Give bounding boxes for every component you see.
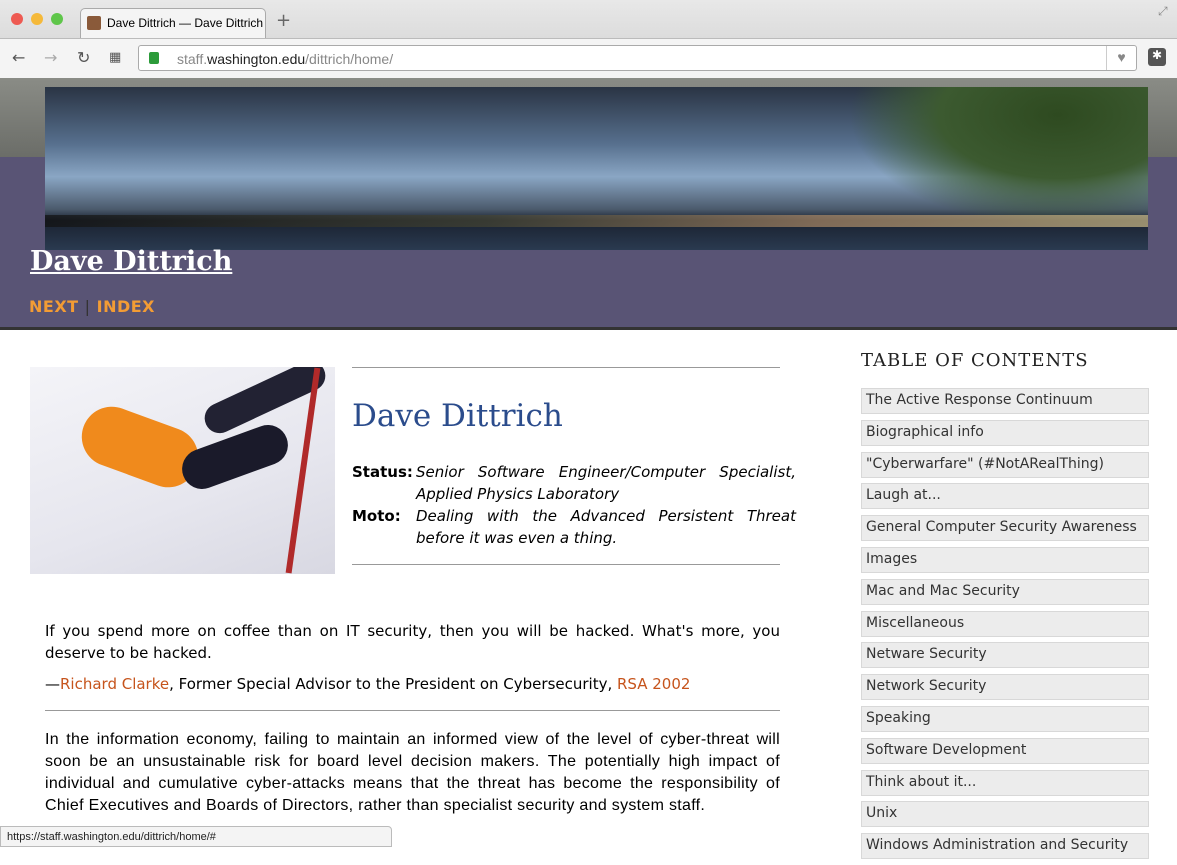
- quote-text: If you spend more on coffee than on IT s…: [45, 622, 780, 662]
- fullscreen-icon[interactable]: ⤢: [1158, 4, 1168, 19]
- toc-item[interactable]: Images: [861, 546, 1149, 573]
- next-link[interactable]: NEXT: [29, 297, 79, 316]
- minimize-window-button[interactable]: [31, 13, 43, 25]
- toc-heading: TABLE OF CONTENTS: [861, 350, 1089, 371]
- close-window-button[interactable]: [11, 13, 23, 25]
- toc-item[interactable]: Mac and Mac Security: [861, 578, 1149, 605]
- url-path: /dittrich/home/: [305, 51, 394, 67]
- browser-chrome: Dave Dittrich — Dave Dittrich + ⤢ ← → ↻ …: [0, 0, 1177, 78]
- heart-icon[interactable]: ♥: [1106, 46, 1136, 70]
- toc-item[interactable]: Speaking: [861, 705, 1149, 732]
- toc-item[interactable]: Network Security: [861, 674, 1149, 701]
- toc-item[interactable]: Think about it...: [861, 769, 1149, 796]
- author-link[interactable]: Richard Clarke: [60, 675, 169, 693]
- status-value: Senior Software Engineer/Computer Specia…: [416, 463, 796, 503]
- status-label: Status:: [352, 463, 413, 481]
- banner-image: [45, 87, 1148, 250]
- site-header: Dave Dittrich NEXT | INDEX: [0, 78, 1177, 330]
- site-title-link[interactable]: Dave Dittrich: [30, 246, 232, 277]
- toc-item[interactable]: General Computer Security Awareness: [861, 515, 1149, 542]
- url-domain: washington.edu: [207, 51, 306, 67]
- toc-item[interactable]: Miscellaneous: [861, 610, 1149, 637]
- moto-label: Moto:: [352, 507, 401, 525]
- header-nav: NEXT | INDEX: [29, 297, 155, 316]
- tab-title: Dave Dittrich — Dave Dittrich: [107, 16, 264, 30]
- source-link[interactable]: RSA 2002: [617, 675, 690, 693]
- favicon-icon: [87, 16, 101, 30]
- toc-item[interactable]: Software Development: [861, 737, 1149, 764]
- reload-button[interactable]: ↻: [77, 48, 90, 67]
- author-role: , Former Special Advisor to the Presiden…: [169, 675, 617, 693]
- status-bar-url: https://staff.washington.edu/dittrich/ho…: [0, 826, 392, 847]
- toc-item[interactable]: Windows Administration and Security: [861, 833, 1149, 860]
- intro-paragraph: In the information economy, failing to m…: [45, 731, 780, 814]
- extension-icon[interactable]: ✱: [1148, 48, 1166, 66]
- browser-tab[interactable]: Dave Dittrich — Dave Dittrich: [80, 8, 266, 38]
- apps-icon[interactable]: ▦: [109, 50, 121, 65]
- profile-name: Dave Dittrich: [352, 398, 563, 434]
- profile-photo: [30, 367, 335, 574]
- nav-separator: |: [84, 297, 91, 316]
- toc-item[interactable]: The Active Response Continuum: [861, 388, 1149, 414]
- forward-button[interactable]: →: [44, 48, 57, 67]
- toc-item[interactable]: Unix: [861, 801, 1149, 828]
- address-bar[interactable]: staff.washington.edu/dittrich/home/ ♥: [138, 45, 1137, 71]
- back-button[interactable]: ←: [12, 48, 25, 67]
- toc-item[interactable]: "Cyberwarfare" (#NotARealThing): [861, 451, 1149, 478]
- url-prefix: staff.: [177, 51, 208, 67]
- lock-icon: [149, 52, 159, 64]
- divider: [45, 710, 780, 711]
- quote-attribution: —Richard Clarke, Former Special Advisor …: [45, 673, 690, 695]
- new-tab-button[interactable]: +: [276, 10, 291, 31]
- index-link[interactable]: INDEX: [97, 297, 155, 316]
- toc-item[interactable]: Netware Security: [861, 642, 1149, 669]
- zoom-window-button[interactable]: [51, 13, 63, 25]
- moto-value: Dealing with the Advanced Persistent Thr…: [416, 507, 796, 547]
- toc-item[interactable]: Laugh at...: [861, 483, 1149, 510]
- toc-item[interactable]: Biographical info: [861, 419, 1149, 446]
- profile-info: Dave Dittrich Status: Senior Software Eng…: [352, 367, 796, 565]
- dash: —: [45, 675, 60, 693]
